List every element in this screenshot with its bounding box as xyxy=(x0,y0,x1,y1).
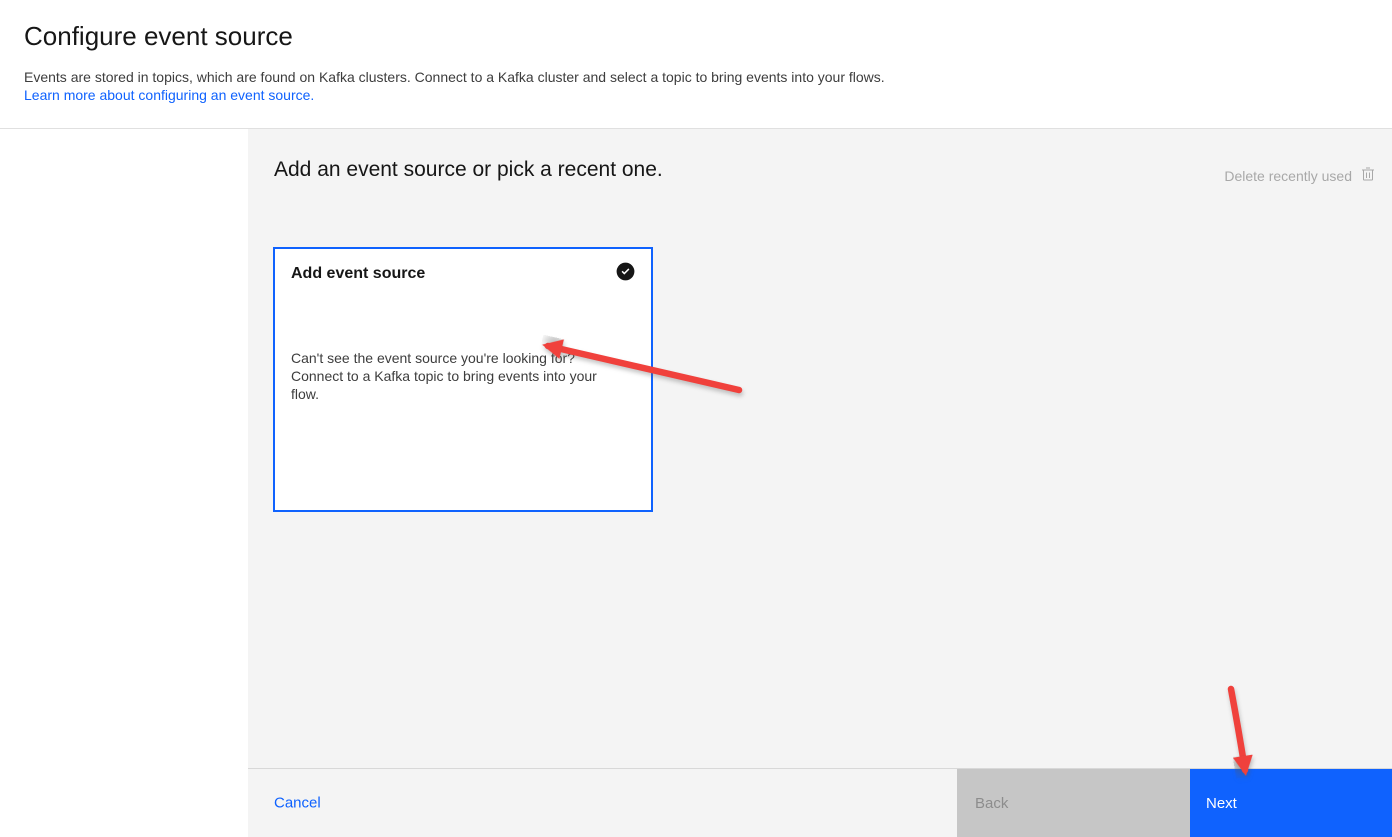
next-button[interactable]: Next xyxy=(1190,769,1392,837)
delete-recently-used-button[interactable]: Delete recently used xyxy=(1220,164,1380,187)
card-description: Can't see the event source you're lookin… xyxy=(291,350,597,402)
page-description: Events are stored in topics, which are f… xyxy=(24,68,892,104)
check-circle-icon xyxy=(616,262,635,281)
panel-header: Add an event source or pick a recent one… xyxy=(248,129,1392,187)
page-description-text: Events are stored in topics, which are f… xyxy=(24,69,885,85)
learn-more-link[interactable]: Learn more about configuring an event so… xyxy=(24,87,314,103)
back-button[interactable]: Back xyxy=(957,769,1190,837)
card-header: Add event source xyxy=(291,262,635,285)
page-title: Configure event source xyxy=(24,21,293,51)
cancel-button[interactable]: Cancel xyxy=(274,795,321,812)
panel-heading: Add an event source or pick a recent one… xyxy=(274,158,663,181)
wizard-sidebar xyxy=(0,129,248,837)
card-title: Add event source xyxy=(291,265,426,282)
trash-can-icon xyxy=(1360,166,1376,185)
page-header: Configure event source Events are stored… xyxy=(0,0,1392,129)
delete-recently-used-label: Delete recently used xyxy=(1224,167,1352,184)
event-source-panel: Add an event source or pick a recent one… xyxy=(248,129,1392,837)
wizard-footer: Cancel Back Next xyxy=(248,768,1392,837)
add-event-source-card[interactable]: Add event source Can't see the event sou… xyxy=(273,247,653,512)
